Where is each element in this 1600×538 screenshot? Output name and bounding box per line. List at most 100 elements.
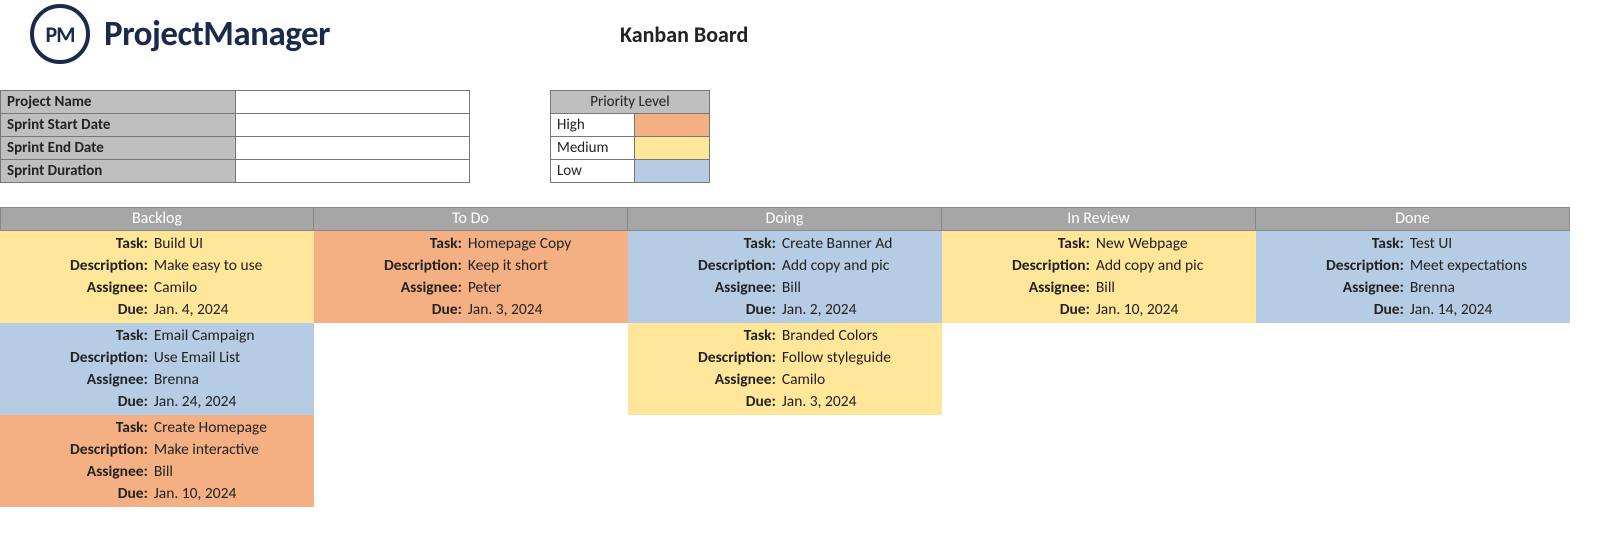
card-row-due: Due:Jan. 2, 2024 [628,299,942,321]
card-row-description: Description:Follow styleguide [628,347,942,369]
card-row-assignee: Assignee:Peter [314,277,628,299]
kanban-card[interactable]: Task:Branded ColorsDescription:Follow st… [628,323,942,415]
card-field-value: Homepage Copy [468,233,628,255]
card-field-value: Build UI [154,233,314,255]
card-field-label: Due: [0,299,154,321]
card-row-task: Task:Homepage Copy [314,233,628,255]
project-info-value[interactable] [235,137,469,160]
column-header: To Do [314,207,628,231]
card-row-description: Description:Keep it short [314,255,628,277]
column-header: Doing [628,207,942,231]
board-column: DoneTask:Test UIDescription:Meet expecta… [1256,207,1570,507]
kanban-card[interactable]: Task:Email CampaignDescription:Use Email… [0,323,314,415]
kanban-card[interactable]: Task:Create Banner AdDescription:Add cop… [628,231,942,323]
kanban-card[interactable]: Task:Build UIDescription:Make easy to us… [0,231,314,323]
board-column: In ReviewTask:New WebpageDescription:Add… [942,207,1256,507]
card-field-value: Follow styleguide [782,347,942,369]
card-field-label: Due: [628,391,782,413]
card-field-label: Task: [314,233,468,255]
card-field-value: Jan. 14, 2024 [1410,299,1570,321]
card-field-value: Brenna [1410,277,1570,299]
kanban-card[interactable]: Task:Homepage CopyDescription:Keep it sh… [314,231,628,323]
card-field-value: Make easy to use [154,255,314,277]
project-info-row: Sprint Start Date [1,114,470,137]
card-row-due: Due:Jan. 4, 2024 [0,299,314,321]
project-info-value[interactable] [235,160,469,183]
project-info-label: Sprint Start Date [1,114,236,137]
card-field-value: Bill [782,277,942,299]
card-field-value: Jan. 2, 2024 [782,299,942,321]
legend-row: High [551,114,710,137]
card-field-label: Assignee: [0,461,154,483]
card-row-due: Due:Jan. 10, 2024 [0,483,314,505]
card-field-value: Branded Colors [782,325,942,347]
project-info-row: Project Name [1,91,470,114]
card-row-assignee: Assignee:Camilo [628,369,942,391]
card-field-value: Use Email List [154,347,314,369]
card-field-value: Jan. 10, 2024 [1096,299,1256,321]
project-info-row: Sprint Duration [1,160,470,183]
card-row-description: Description:Use Email List [0,347,314,369]
card-row-task: Task:Branded Colors [628,325,942,347]
kanban-card[interactable]: Task:Test UIDescription:Meet expectation… [1256,231,1570,323]
legend-level-name: High [551,114,635,137]
card-row-assignee: Assignee:Brenna [0,369,314,391]
card-field-value: Add copy and pic [1096,255,1256,277]
card-field-label: Task: [628,325,782,347]
card-field-value: New Webpage [1096,233,1256,255]
page-title: Kanban Board [620,21,748,48]
project-info-label: Sprint Duration [1,160,236,183]
card-field-value: Jan. 3, 2024 [782,391,942,413]
board-column: DoingTask:Create Banner AdDescription:Ad… [628,207,942,507]
card-field-label: Assignee: [314,277,468,299]
project-info-table: Project NameSprint Start DateSprint End … [0,90,470,183]
card-row-assignee: Assignee:Camilo [0,277,314,299]
card-row-description: Description:Add copy and pic [628,255,942,277]
card-row-task: Task:Email Campaign [0,325,314,347]
card-field-label: Description: [0,439,154,461]
board-column: To DoTask:Homepage CopyDescription:Keep … [314,207,628,507]
card-field-label: Assignee: [628,369,782,391]
card-field-label: Task: [1256,233,1410,255]
card-field-label: Description: [314,255,468,277]
card-row-assignee: Assignee:Bill [942,277,1256,299]
card-row-task: Task:Build UI [0,233,314,255]
card-row-assignee: Assignee:Brenna [1256,277,1570,299]
card-field-value: Create Homepage [154,417,314,439]
card-field-label: Assignee: [1256,277,1410,299]
card-field-label: Task: [628,233,782,255]
legend-row: Medium [551,137,710,160]
header: PM ProjectManager Kanban Board [0,0,1600,72]
card-field-label: Description: [628,255,782,277]
card-field-label: Due: [314,299,468,321]
card-field-value: Camilo [782,369,942,391]
kanban-card[interactable]: Task:New WebpageDescription:Add copy and… [942,231,1256,323]
card-field-label: Assignee: [0,277,154,299]
priority-legend: Priority LevelHighMediumLow [550,90,710,183]
logo-mark: PM [30,4,90,64]
card-field-label: Due: [1256,299,1410,321]
legend-header: Priority Level [551,91,710,114]
legend-level-name: Medium [551,137,635,160]
card-field-value: Jan. 10, 2024 [154,483,314,505]
card-row-due: Due:Jan. 3, 2024 [314,299,628,321]
card-field-value: Bill [1096,277,1256,299]
project-info-label: Project Name [1,91,236,114]
card-field-label: Assignee: [0,369,154,391]
card-field-value: Meet expectations [1410,255,1570,277]
kanban-card[interactable]: Task:Create HomepageDescription:Make int… [0,415,314,507]
column-header: In Review [942,207,1256,231]
card-field-label: Description: [0,347,154,369]
card-row-task: Task:Test UI [1256,233,1570,255]
card-field-label: Due: [0,483,154,505]
project-info-value[interactable] [235,114,469,137]
card-field-value: Peter [468,277,628,299]
card-field-value: Bill [154,461,314,483]
card-field-value: Camilo [154,277,314,299]
project-info-value[interactable] [235,91,469,114]
card-row-due: Due:Jan. 3, 2024 [628,391,942,413]
card-field-value: Test UI [1410,233,1570,255]
card-field-label: Description: [0,255,154,277]
card-row-description: Description:Make easy to use [0,255,314,277]
card-field-value: Make interactive [154,439,314,461]
